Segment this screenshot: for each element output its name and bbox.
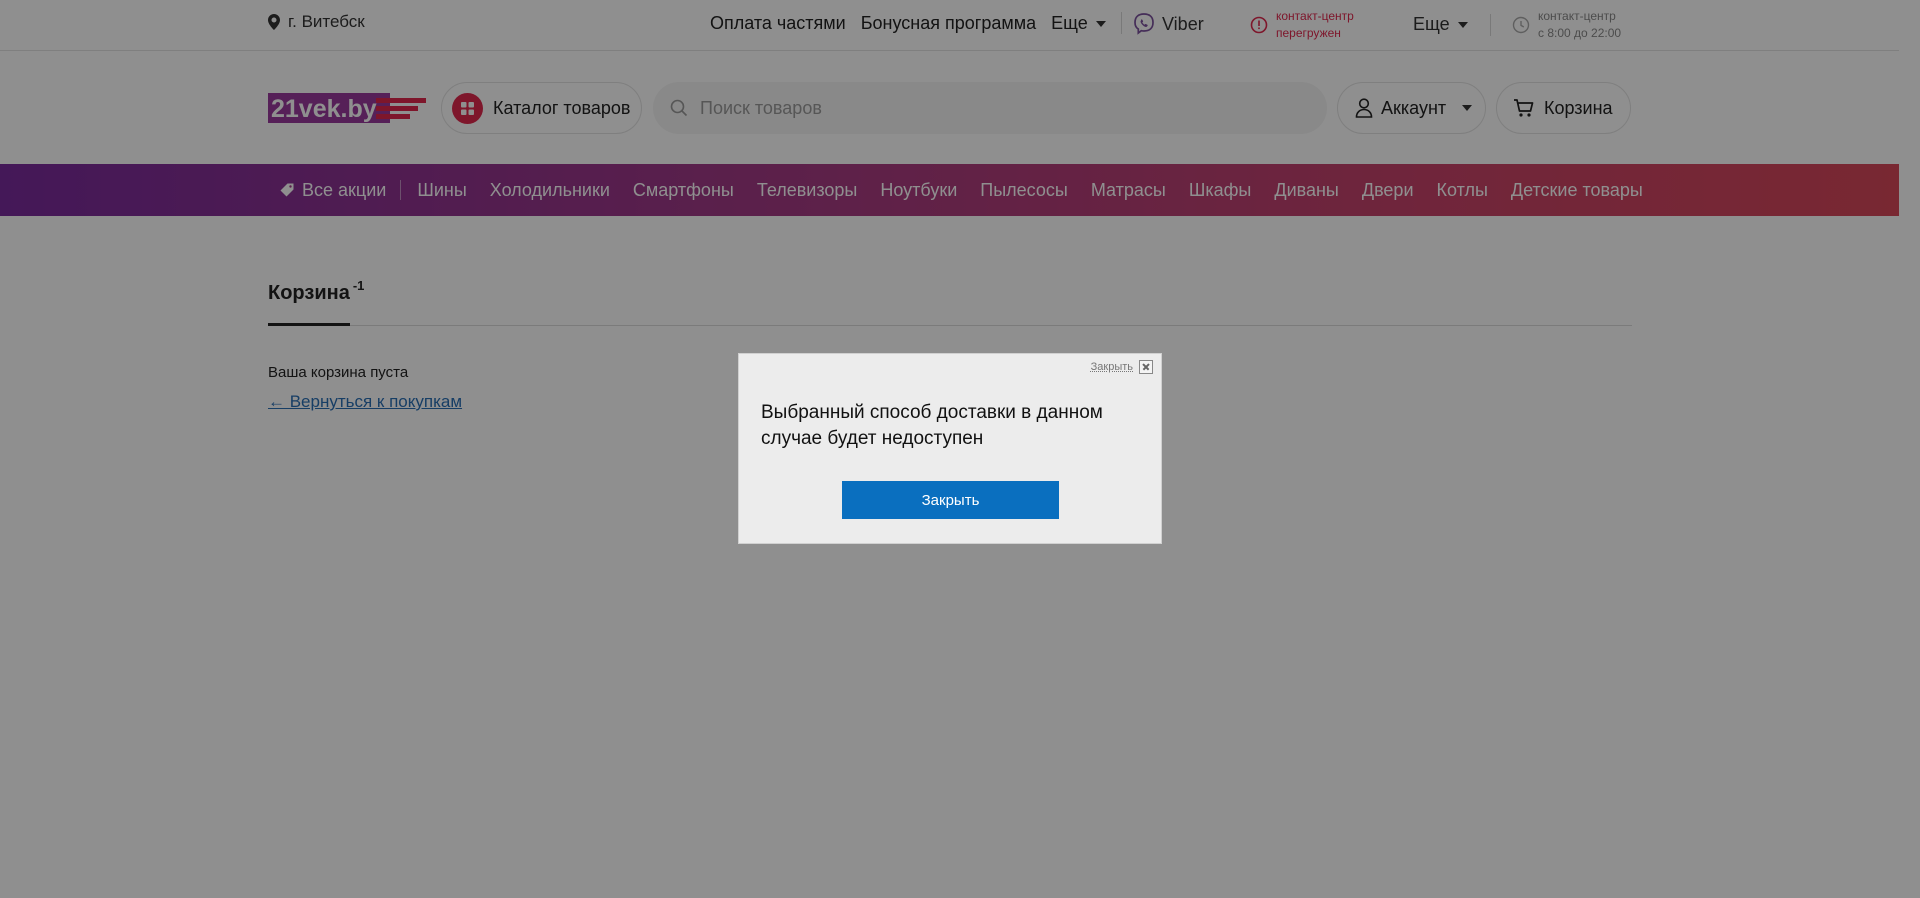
close-icon <box>1139 360 1153 374</box>
dialog-close-link[interactable]: Закрыть <box>1091 360 1153 374</box>
close-button[interactable]: Закрыть <box>842 481 1059 519</box>
dialog-message: Выбранный способ доставки в данном случа… <box>761 402 1103 449</box>
delivery-unavailable-dialog: Закрыть Выбранный способ доставки в данн… <box>738 353 1162 544</box>
dialog-close-label: Закрыть <box>1090 361 1133 373</box>
